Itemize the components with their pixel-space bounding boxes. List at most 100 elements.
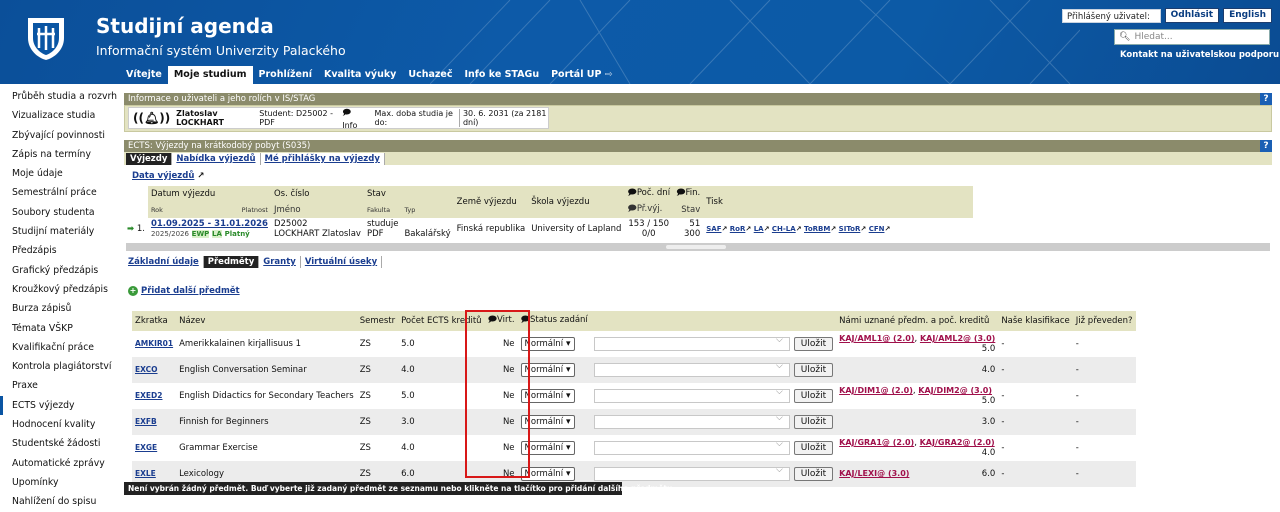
sidebar-item[interactable]: Kontrola plagiátorství [0, 357, 120, 376]
info-link[interactable]: 🗩 Info [342, 107, 364, 130]
sidebar-item[interactable]: Zbývající povinnosti [0, 126, 120, 145]
recognized-subject-link[interactable]: KAJ/GRA2@ (2.0) [920, 438, 995, 447]
sidebar-item[interactable]: Automatické zprávy [0, 454, 120, 473]
subject-code-link[interactable]: AMKIR01 [135, 339, 173, 348]
add-subject-button[interactable]: + Přidat další předmět [128, 286, 240, 296]
recognized-subject-link[interactable]: KAJ/AML1@ (2.0) [839, 334, 914, 343]
print-sitor-link[interactable]: SIToR [839, 225, 861, 233]
tab-zakladni-udaje[interactable]: Základní údaje [124, 256, 204, 268]
search-input[interactable]: 🔍︎ Hledat... [1114, 29, 1270, 45]
table-row[interactable]: ➡ 1. 01.09.2025 - 31.01.2026 2025/2026 E… [124, 218, 973, 240]
table-row[interactable]: EXED2 English Didactics for Secondary Tea… [132, 383, 1136, 409]
sidebar-item[interactable]: Předzápis [0, 241, 120, 260]
sidebar-item[interactable]: Soubory studenta [0, 203, 120, 222]
scrollbar-thumb[interactable] [666, 245, 726, 249]
sidebar-item[interactable]: Grafický předzápis [0, 261, 120, 280]
sidebar-item[interactable]: Vizualizace studia [0, 106, 120, 125]
subject-code-link[interactable]: EXFB [135, 417, 157, 426]
tab-nabidka-vyjezdu[interactable]: Nabídka výjezdů [172, 153, 261, 165]
print-cfn-link[interactable]: CFN [869, 225, 885, 233]
english-button[interactable]: English [1223, 8, 1272, 23]
save-button[interactable]: Uložit [793, 363, 834, 377]
subject-code-link[interactable]: EXED2 [135, 391, 162, 400]
search-icon: 🔍︎ [1119, 32, 1131, 42]
subject-select[interactable] [593, 361, 790, 377]
sidebar-item-ects-vyjezdy[interactable]: ECTS výjezdy [0, 395, 120, 416]
trip-date-link[interactable]: 01.09.2025 - 31.01.2026 [151, 219, 268, 229]
help-icon[interactable]: ? [1260, 93, 1272, 105]
subject-select[interactable] [593, 387, 790, 403]
data-vyjezdu-link[interactable]: Data výjezdů ↗ [132, 171, 205, 181]
subject-select[interactable] [593, 413, 790, 429]
print-la-link[interactable]: LA [754, 225, 764, 233]
recognized-subject-link[interactable]: KAJ/DIM2@ (3.0) [918, 386, 992, 395]
sidebar-item[interactable]: Semestrální práce [0, 183, 120, 202]
save-button[interactable]: Uložit [793, 441, 834, 455]
recognized-cell: 3.0 [836, 409, 999, 435]
horizontal-scrollbar[interactable] [126, 243, 1270, 251]
sidebar-item[interactable]: Kvalifikační práce [0, 338, 120, 357]
logout-button[interactable]: Odhlásit [1164, 8, 1220, 23]
university-logo[interactable] [22, 14, 70, 62]
save-button[interactable]: Uložit [793, 389, 834, 403]
max-study-date: 30. 6. 2031 (za 2181 dní) [458, 109, 548, 127]
sidebar-item[interactable]: Moje údaje [0, 164, 120, 183]
nav-kvalita-vyuky[interactable]: Kvalita výuky [318, 66, 402, 84]
platny-badge: Platný [224, 230, 250, 238]
sidebar-item[interactable]: Studijní materiály [0, 222, 120, 241]
sidebar-item[interactable]: Burza zápisů [0, 299, 120, 318]
nav-moje-studium[interactable]: Moje studium [167, 66, 253, 84]
main-content: Informace o uživateli a jeho rolích v IS… [122, 84, 1280, 495]
table-row[interactable]: EXCO English Conversation Seminar ZS 4.0 Ne N… [132, 357, 1136, 383]
subject-code-cell: EXCO [132, 357, 177, 383]
col-fakulta: Fakulta [363, 202, 402, 218]
sidebar-item[interactable]: Upomínky [0, 473, 120, 492]
nav-info-ke-stagu[interactable]: Info ke STAGu [459, 66, 546, 84]
subject-select[interactable] [593, 439, 790, 455]
nav-prohlizeni[interactable]: Prohlížení [253, 66, 318, 84]
sidebar-item[interactable]: Témata VŠKP [0, 319, 120, 338]
subject-code-link[interactable]: EXGE [135, 443, 157, 452]
help-icon[interactable]: ? [1260, 140, 1272, 152]
sidebar-item[interactable]: Zápis na termíny [0, 145, 120, 164]
user-info-header: Informace o uživateli a jeho rolích v IS… [124, 93, 1272, 105]
save-button[interactable]: Uložit [793, 337, 834, 351]
sidebar-item[interactable]: Průběh studia a rozvrh [0, 87, 120, 106]
tab-vyjezdy[interactable]: Výjezdy [126, 153, 173, 165]
save-button[interactable]: Uložit [793, 467, 834, 481]
sidebar-item[interactable]: Kroužkový předzápis [0, 280, 120, 299]
print-ror-link[interactable]: RoR [730, 225, 746, 233]
subject-select[interactable] [593, 465, 790, 481]
nav-portal-up[interactable]: Portál UP ⇨ [545, 66, 619, 84]
sidebar-item[interactable]: Nahlížení do spisu [0, 492, 120, 511]
recognized-subject-link[interactable]: KAJ/GRA1@ (2.0) [839, 438, 914, 447]
nav-vitejte[interactable]: Vítejte [120, 66, 168, 84]
save-button[interactable]: Uložit [793, 415, 834, 429]
logged-user-label: Přihlášený uživatel: [1062, 8, 1161, 23]
support-link[interactable]: Kontakt na uživatelskou podporu :: [1120, 50, 1279, 60]
table-row[interactable]: AMKIR01 Amerikkalainen kirjallisuus 1 ZS 5.… [132, 331, 1136, 357]
print-torbm-link[interactable]: ToRBM [804, 225, 830, 233]
subject-select[interactable] [593, 335, 790, 351]
recognized-subject-link[interactable]: KAJ/DIM1@ (2.0) [839, 386, 913, 395]
recognized-subject-link[interactable]: KAJ/AML2@ (3.0) [920, 334, 995, 343]
subject-code-link[interactable]: EXLE [135, 469, 156, 478]
tab-predmety[interactable]: Předměty [203, 256, 260, 268]
print-ch-la-link[interactable]: CH-LA [772, 225, 796, 233]
table-row[interactable]: EXFB Finnish for Beginners ZS 3.0 Ne Normální… [132, 409, 1136, 435]
subject-semester: ZS [359, 391, 371, 401]
tab-virtualni-useky[interactable]: Virtuální úseky [301, 256, 383, 268]
table-row[interactable]: EXGEGrammar ExerciseZS4.0NeNormálníUloži… [132, 435, 1136, 461]
col-empty [124, 202, 148, 218]
subject-code-link[interactable]: EXCO [135, 365, 158, 374]
nav-uchazec[interactable]: Uchazeč [402, 66, 458, 84]
sidebar-item[interactable]: Hodnocení kvality [0, 415, 120, 434]
tab-granty[interactable]: Granty [259, 256, 301, 268]
bell-icon[interactable]: ((🔔︎)) [133, 111, 170, 125]
print-saf-link[interactable]: SAF [706, 225, 721, 233]
recognized-subject-link[interactable]: KAJ/LEXI@ (3.0) [839, 469, 909, 478]
our-grade: - [998, 461, 1073, 487]
sidebar-item[interactable]: Praxe [0, 376, 120, 395]
sidebar-item[interactable]: Studentské žádosti [0, 434, 120, 453]
tab-me-prihlasky[interactable]: Mé přihlášky na výjezdy [261, 153, 385, 165]
